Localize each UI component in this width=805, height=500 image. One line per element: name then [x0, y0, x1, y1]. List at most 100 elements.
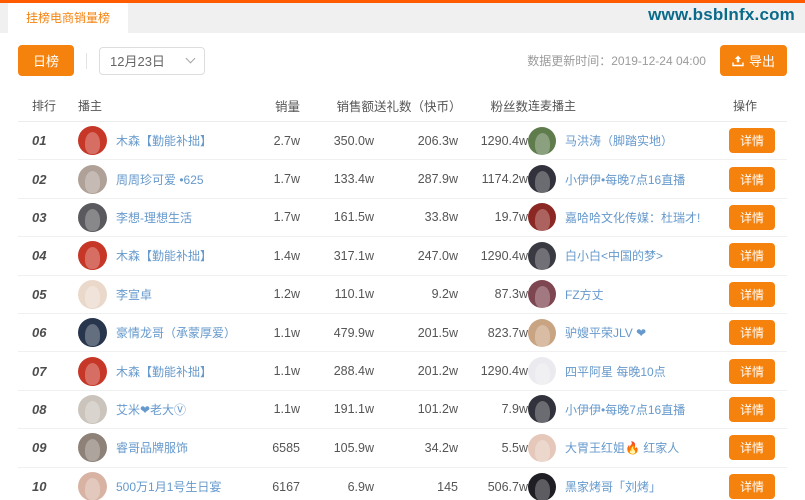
- cohost-avatar[interactable]: [528, 242, 556, 270]
- fans-value: 5.5w: [458, 441, 528, 455]
- table-row: 08 艾米❤老大Ⓥ 1.1w 191.1w 101.2w 7.9w 小伊伊•每晚…: [18, 391, 787, 429]
- gifts-value: 247.0w: [374, 249, 458, 263]
- table-row: 04 木森【勤能补拙】 1.4w 317.1w 247.0w 1290.4w 白…: [18, 237, 787, 275]
- broadcaster-name-link[interactable]: 周周珍可爱 •625: [116, 171, 204, 188]
- col-header-cohost: 连麦播主: [528, 97, 703, 114]
- cohost-avatar[interactable]: [528, 280, 556, 308]
- tab-strip: 挂榜电商销量榜 www.bsblnfx.com: [0, 3, 805, 33]
- sales-value: 1.1w: [238, 402, 300, 416]
- daily-rank-button[interactable]: 日榜: [18, 45, 74, 76]
- broadcaster-avatar[interactable]: [78, 357, 107, 386]
- gifts-value: 287.9w: [374, 172, 458, 186]
- broadcaster-avatar[interactable]: [78, 280, 107, 309]
- sales-amount-value: 105.9w: [300, 441, 374, 455]
- rank-label: 10: [32, 479, 46, 494]
- rank-label: 07: [32, 364, 46, 379]
- fans-value: 823.7w: [458, 326, 528, 340]
- sales-value: 2.7w: [238, 134, 300, 148]
- sales-amount-value: 288.4w: [300, 364, 374, 378]
- sales-amount-value: 191.1w: [300, 402, 374, 416]
- broadcaster-avatar[interactable]: [78, 433, 107, 462]
- sales-amount-value: 110.1w: [300, 287, 374, 301]
- gifts-value: 201.2w: [374, 364, 458, 378]
- detail-button[interactable]: 详情: [729, 397, 775, 422]
- cohost-avatar[interactable]: [528, 357, 556, 385]
- sales-value: 1.1w: [238, 364, 300, 378]
- cohost-avatar[interactable]: [528, 395, 556, 423]
- gifts-value: 33.8w: [374, 210, 458, 224]
- cohost-avatar[interactable]: [528, 473, 556, 500]
- detail-button[interactable]: 详情: [729, 435, 775, 460]
- detail-button[interactable]: 详情: [729, 128, 775, 153]
- broadcaster-avatar[interactable]: [78, 203, 107, 232]
- broadcaster-avatar[interactable]: [78, 165, 107, 194]
- export-icon: [732, 55, 744, 67]
- table-row: 06 豪情龙哥（承蒙厚爱） 1.1w 479.9w 201.5w 823.7w …: [18, 314, 787, 352]
- sales-value: 1.2w: [238, 287, 300, 301]
- fans-value: 1290.4w: [458, 249, 528, 263]
- rank-label: 03: [32, 210, 46, 225]
- rank-label: 09: [32, 440, 46, 455]
- gifts-value: 201.5w: [374, 326, 458, 340]
- detail-button[interactable]: 详情: [729, 474, 775, 499]
- cohost-name-link[interactable]: 大胃王红姐🔥 红家人: [565, 439, 679, 456]
- rank-label: 08: [32, 402, 46, 417]
- cohost-name-link[interactable]: 黑家烤哥「刘烤」: [565, 478, 661, 495]
- sales-amount-value: 6.9w: [300, 480, 374, 494]
- table-row: 02 周周珍可爱 •625 1.7w 133.4w 287.9w 1174.2w…: [18, 160, 787, 198]
- broadcaster-name-link[interactable]: 李宣卓: [116, 286, 152, 303]
- cohost-name-link[interactable]: 四平阿星 每晚10点: [565, 363, 666, 380]
- rank-label: 06: [32, 325, 46, 340]
- gifts-value: 206.3w: [374, 134, 458, 148]
- table-row: 07 木森【勤能补拙】 1.1w 288.4w 201.2w 1290.4w 四…: [18, 352, 787, 390]
- cohost-avatar[interactable]: [528, 127, 556, 155]
- col-header-action: 操作: [703, 97, 787, 114]
- broadcaster-name-link[interactable]: 艾米❤老大Ⓥ: [116, 401, 186, 418]
- chevron-down-icon: [186, 54, 196, 64]
- broadcaster-name-link[interactable]: 豪情龙哥（承蒙厚爱）: [116, 324, 236, 341]
- detail-button[interactable]: 详情: [729, 243, 775, 268]
- cohost-name-link[interactable]: 白小白<中国的梦>: [565, 247, 663, 264]
- fans-value: 1290.4w: [458, 364, 528, 378]
- cohost-avatar[interactable]: [528, 319, 556, 347]
- broadcaster-avatar[interactable]: [78, 318, 107, 347]
- broadcaster-name-link[interactable]: 睿哥品牌服饰: [116, 439, 188, 456]
- detail-button[interactable]: 详情: [729, 282, 775, 307]
- date-dropdown[interactable]: 12月23日: [99, 47, 205, 75]
- cohost-name-link[interactable]: 小伊伊•每晚7点16直播: [565, 401, 685, 418]
- update-time-value: 2019-12-24 04:00: [611, 54, 706, 68]
- fans-value: 7.9w: [458, 402, 528, 416]
- cohost-avatar[interactable]: [528, 203, 556, 231]
- cohost-name-link[interactable]: FZ方丈: [565, 286, 604, 303]
- fans-value: 19.7w: [458, 210, 528, 224]
- broadcaster-name-link[interactable]: 李想-理想生活: [116, 209, 192, 226]
- broadcaster-name-link[interactable]: 木森【勤能补拙】: [116, 247, 212, 264]
- broadcaster-name-link[interactable]: 500万1月1号生日宴: [116, 478, 221, 495]
- table-row: 03 李想-理想生活 1.7w 161.5w 33.8w 19.7w 嘉哈哈文化…: [18, 199, 787, 237]
- sales-value: 1.1w: [238, 326, 300, 340]
- cohost-name-link[interactable]: 马洪涛（脚踏实地）: [565, 132, 673, 149]
- detail-button[interactable]: 详情: [729, 359, 775, 384]
- export-button[interactable]: 导出: [720, 45, 787, 76]
- detail-button[interactable]: 详情: [729, 320, 775, 345]
- col-header-rank: 排行: [18, 97, 78, 114]
- broadcaster-avatar[interactable]: [78, 241, 107, 270]
- broadcaster-avatar[interactable]: [78, 472, 107, 500]
- col-header-sales: 销量: [238, 96, 300, 115]
- broadcaster-avatar[interactable]: [78, 126, 107, 155]
- cohost-avatar[interactable]: [528, 434, 556, 462]
- sales-amount-value: 479.9w: [300, 326, 374, 340]
- detail-button[interactable]: 详情: [729, 167, 775, 192]
- cohost-name-link[interactable]: 驴嫂平荣JLV ❤: [565, 324, 646, 341]
- cohost-name-link[interactable]: 嘉哈哈文化传媒：杜瑞才!: [565, 209, 700, 226]
- cohost-avatar[interactable]: [528, 165, 556, 193]
- broadcaster-name-link[interactable]: 木森【勤能补拙】: [116, 132, 212, 149]
- gifts-value: 145: [374, 480, 458, 494]
- table-row: 09 睿哥品牌服饰 6585 105.9w 34.2w 5.5w 大胃王红姐🔥 …: [18, 429, 787, 467]
- broadcaster-avatar[interactable]: [78, 395, 107, 424]
- detail-button[interactable]: 详情: [729, 205, 775, 230]
- sales-amount-value: 317.1w: [300, 249, 374, 263]
- broadcaster-name-link[interactable]: 木森【勤能补拙】: [116, 363, 212, 380]
- cohost-name-link[interactable]: 小伊伊•每晚7点16直播: [565, 171, 685, 188]
- tab-ecommerce-sales-ranking[interactable]: 挂榜电商销量榜: [8, 3, 128, 33]
